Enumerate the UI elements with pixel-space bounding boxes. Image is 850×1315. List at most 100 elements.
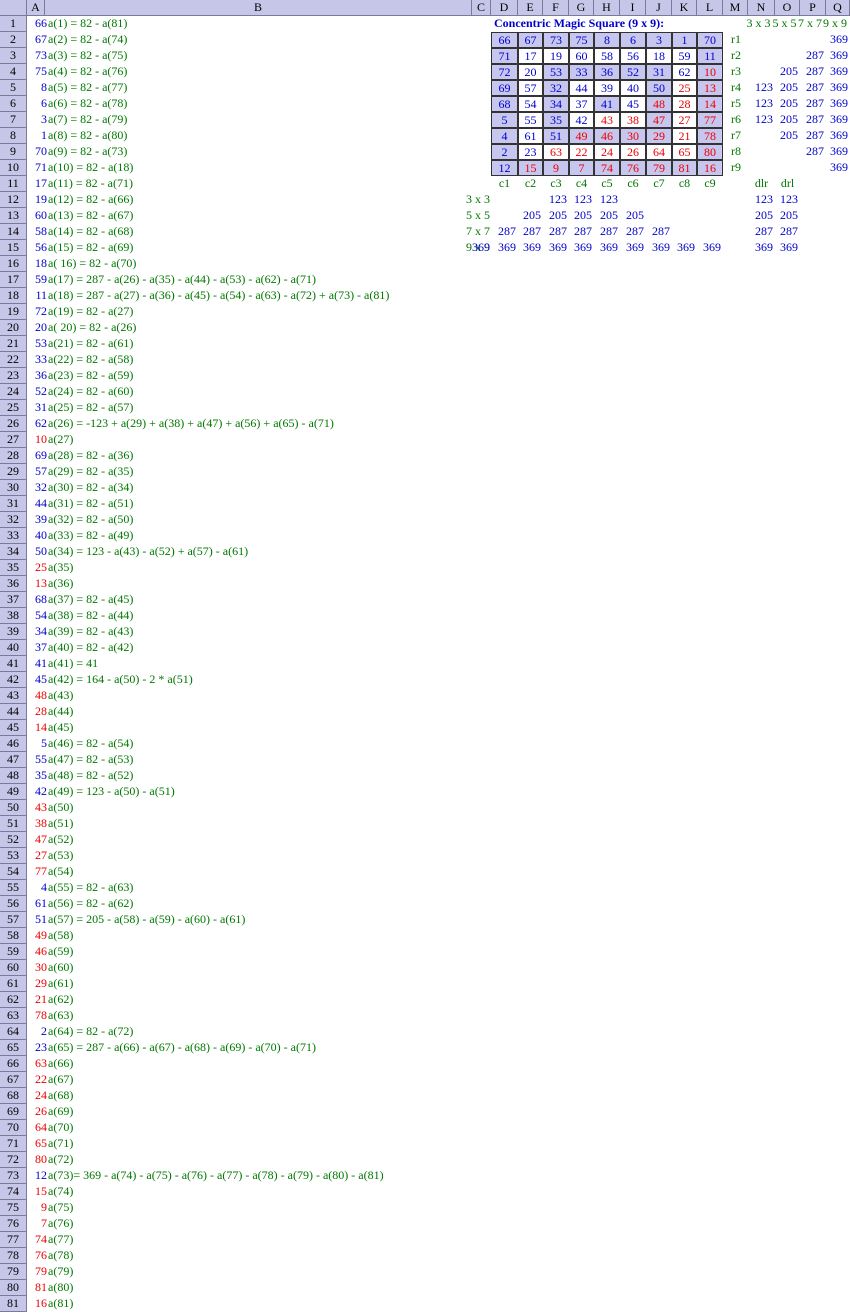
cell-value[interactable]: 38 [27, 816, 47, 831]
magic-square-cell[interactable]: 65 [672, 144, 697, 160]
row-sum[interactable]: 369 [826, 144, 848, 159]
cell-value[interactable]: 63 [27, 1056, 47, 1071]
magic-square-cell[interactable]: 16 [697, 160, 723, 176]
cell-value[interactable]: 1 [27, 128, 47, 143]
row-header[interactable]: 31 [0, 496, 27, 512]
row-sum[interactable]: 123 [748, 112, 773, 127]
diag-sum[interactable]: 205 [748, 208, 773, 223]
cell-formula[interactable]: a(74) [48, 1184, 73, 1199]
col-sum[interactable]: 369 [646, 240, 670, 255]
cell-value[interactable]: 15 [27, 1184, 47, 1199]
cell-value[interactable]: 29 [27, 976, 47, 991]
cell-value[interactable]: 19 [27, 192, 47, 207]
cell-formula[interactable]: a(47) = 82 - a(53) [48, 752, 133, 767]
row-header[interactable]: 6 [0, 96, 27, 112]
column-header-e[interactable]: E [518, 0, 543, 16]
magic-square-cell[interactable]: 57 [518, 80, 543, 96]
magic-square-cell[interactable]: 14 [697, 96, 723, 112]
cell-value[interactable]: 61 [27, 896, 47, 911]
row-header[interactable]: 44 [0, 704, 27, 720]
row-header[interactable]: 55 [0, 880, 27, 896]
row-header[interactable]: 37 [0, 592, 27, 608]
cell-value[interactable]: 34 [27, 624, 47, 639]
magic-square-cell[interactable]: 60 [569, 48, 594, 64]
magic-square-cell[interactable]: 7 [569, 160, 594, 176]
row-sum[interactable]: 287 [800, 128, 824, 143]
cell-formula[interactable]: a(67) [48, 1072, 73, 1087]
magic-square-cell[interactable]: 52 [620, 64, 646, 80]
cell-formula[interactable]: a(22) = 82 - a(58) [48, 352, 133, 367]
cell-formula[interactable]: a(55) = 82 - a(63) [48, 880, 133, 895]
row-header[interactable]: 69 [0, 1104, 27, 1120]
magic-square-cell[interactable]: 26 [620, 144, 646, 160]
cell-formula[interactable]: a(68) [48, 1088, 73, 1103]
cell-formula[interactable]: a(4) = 82 - a(76) [48, 64, 127, 79]
cell-formula[interactable]: a(37) = 82 - a(45) [48, 592, 133, 607]
cell-value[interactable]: 42 [27, 784, 47, 799]
cell-formula[interactable]: a(42) = 164 - a(50) - 2 * a(51) [48, 672, 193, 687]
row-header[interactable]: 15 [0, 240, 27, 256]
cell-formula[interactable]: a(50) [48, 800, 73, 815]
magic-square-cell[interactable]: 73 [543, 32, 569, 48]
col-sum[interactable]: 287 [543, 224, 567, 239]
magic-square-cell[interactable]: 22 [569, 144, 594, 160]
cell-formula[interactable]: a(6) = 82 - a(78) [48, 96, 127, 111]
row-header[interactable]: 78 [0, 1248, 27, 1264]
column-header-q[interactable]: Q [826, 0, 850, 16]
row-header[interactable]: 81 [0, 1296, 27, 1312]
row-header[interactable]: 71 [0, 1136, 27, 1152]
row-header[interactable]: 75 [0, 1200, 27, 1216]
magic-square-cell[interactable]: 37 [569, 96, 594, 112]
cell-formula[interactable]: a(76) [48, 1216, 73, 1231]
cell-value[interactable]: 14 [27, 720, 47, 735]
magic-square-cell[interactable]: 53 [543, 64, 569, 80]
col-sum[interactable]: 369 [491, 240, 516, 255]
col-sum[interactable]: 369 [672, 240, 695, 255]
magic-square-cell[interactable]: 67 [518, 32, 543, 48]
cell-formula[interactable]: a(35) [48, 560, 73, 575]
cell-value[interactable]: 25 [27, 560, 47, 575]
cell-value[interactable]: 69 [27, 448, 47, 463]
cell-value[interactable]: 77 [27, 864, 47, 879]
cell-formula[interactable]: a(17) = 287 - a(26) - a(35) - a(44) - a(… [48, 272, 316, 287]
row-header[interactable]: 41 [0, 656, 27, 672]
row-header[interactable]: 40 [0, 640, 27, 656]
cell-value[interactable]: 36 [27, 368, 47, 383]
magic-square-cell[interactable]: 18 [646, 48, 672, 64]
cell-value[interactable]: 74 [27, 1232, 47, 1247]
row-header[interactable]: 72 [0, 1152, 27, 1168]
row-header[interactable]: 46 [0, 736, 27, 752]
magic-square-cell[interactable]: 80 [697, 144, 723, 160]
magic-square-cell[interactable]: 3 [646, 32, 672, 48]
col-sum[interactable]: 205 [569, 208, 592, 223]
row-header[interactable]: 47 [0, 752, 27, 768]
column-header-n[interactable]: N [748, 0, 775, 16]
row-header[interactable]: 57 [0, 912, 27, 928]
cell-formula[interactable]: a(7) = 82 - a(79) [48, 112, 127, 127]
magic-square-cell[interactable]: 4 [491, 128, 518, 144]
magic-square-cell[interactable]: 9 [543, 160, 569, 176]
col-sum[interactable]: 205 [594, 208, 618, 223]
row-header[interactable]: 38 [0, 608, 27, 624]
cell-formula[interactable]: a(33) = 82 - a(49) [48, 528, 133, 543]
row-header[interactable]: 73 [0, 1168, 27, 1184]
row-sum[interactable]: 287 [800, 64, 824, 79]
magic-square-cell[interactable]: 45 [620, 96, 646, 112]
magic-square-cell[interactable]: 46 [594, 128, 620, 144]
cell-value[interactable]: 45 [27, 672, 47, 687]
cell-value[interactable]: 40 [27, 528, 47, 543]
magic-square-cell[interactable]: 78 [697, 128, 723, 144]
cell-formula[interactable]: a(32) = 82 - a(50) [48, 512, 133, 527]
column-header-k[interactable]: K [672, 0, 697, 16]
row-header[interactable]: 43 [0, 688, 27, 704]
col-sum[interactable]: 287 [620, 224, 644, 239]
magic-square-cell[interactable]: 29 [646, 128, 672, 144]
select-all-corner[interactable] [0, 0, 27, 16]
col-sum[interactable]: 123 [543, 192, 567, 207]
cell-value[interactable]: 4 [27, 880, 47, 895]
magic-square-cell[interactable]: 21 [672, 128, 697, 144]
cell-value[interactable]: 58 [27, 224, 47, 239]
magic-square-cell[interactable]: 42 [569, 112, 594, 128]
row-header[interactable]: 32 [0, 512, 27, 528]
row-header[interactable]: 74 [0, 1184, 27, 1200]
